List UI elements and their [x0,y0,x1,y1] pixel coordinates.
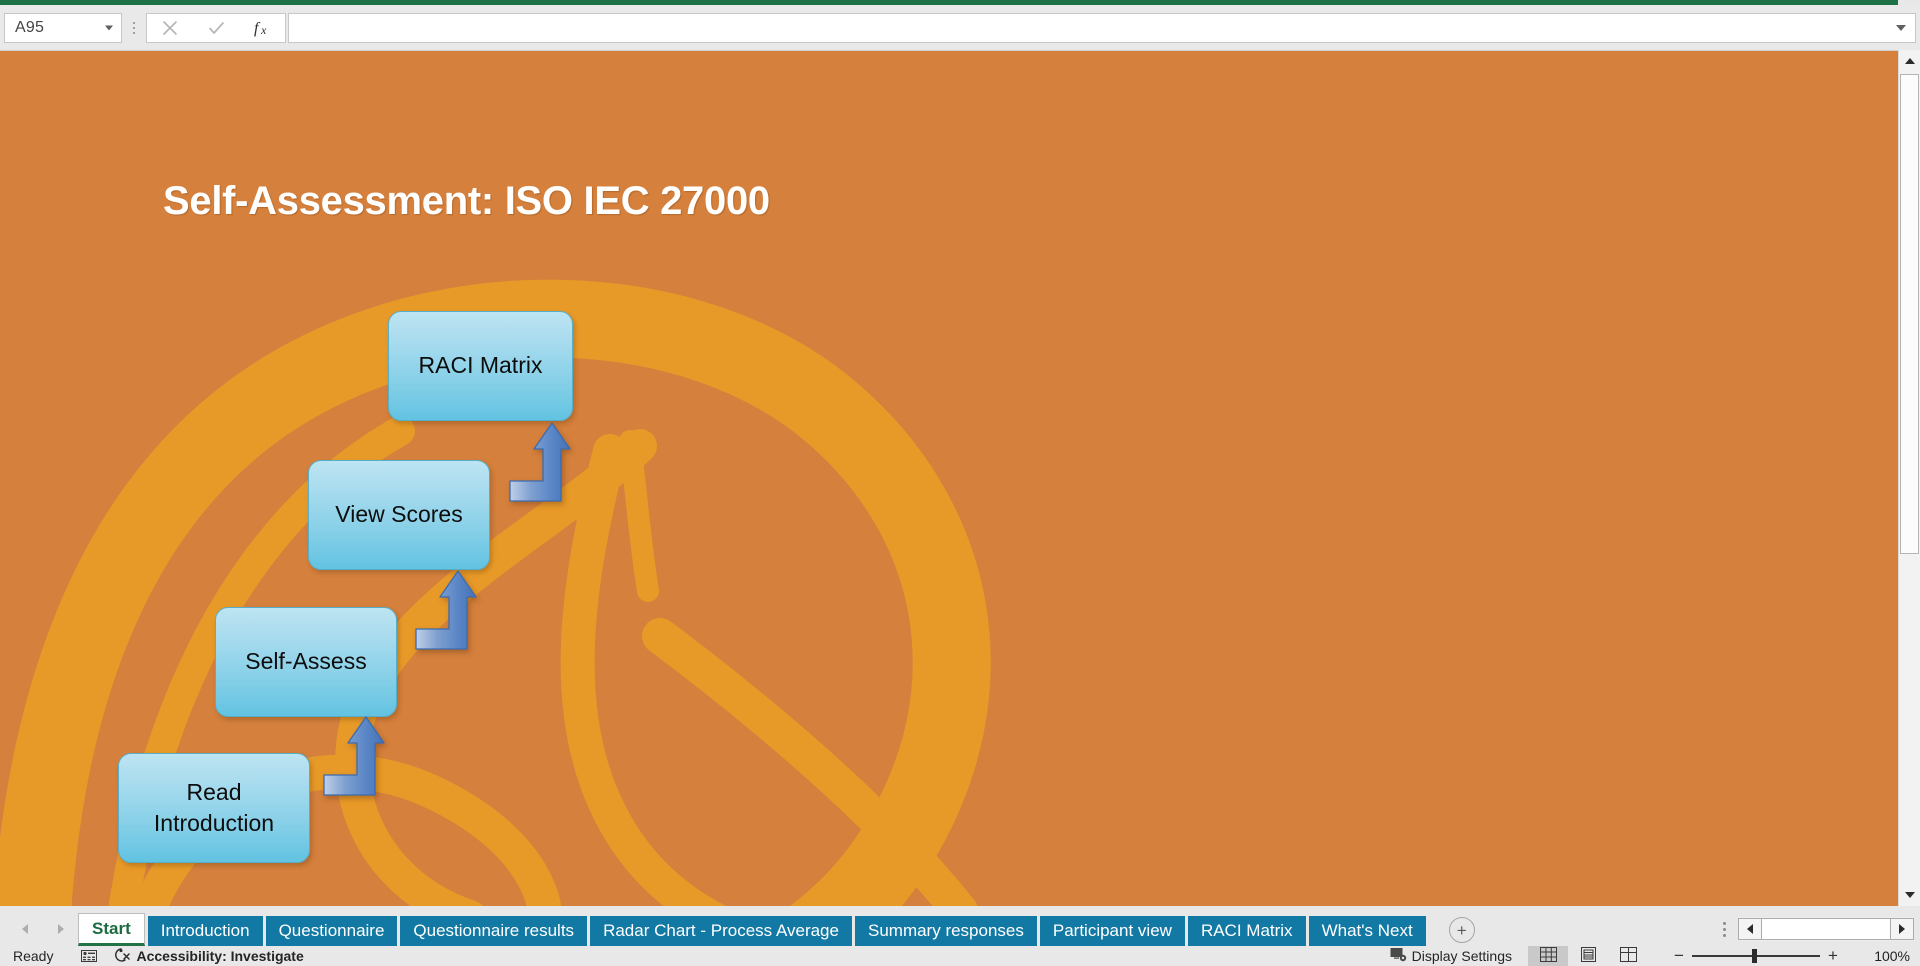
view-normal-button[interactable] [1528,946,1568,966]
sheet-tab-participant-view[interactable]: Participant view [1039,916,1185,946]
arrow-to-self-assess [320,715,388,815]
flow-box-label: Self-Assess [245,648,367,675]
formula-action-group: f x [146,12,286,43]
accessibility-icon [113,947,131,966]
sheet-tab-start[interactable]: Start [78,913,145,946]
sheet-tab-next-button[interactable] [52,920,70,938]
zoom-slider-thumb[interactable] [1752,949,1757,963]
worksheet-canvas[interactable]: Self-Assessment: ISO IEC 27000 RACI Matr… [0,50,1898,906]
page-break-preview-icon [1619,947,1637,965]
sheet-tab-label: Radar Chart - Process Average [603,921,839,940]
sheet-tab-label: Questionnaire results [413,921,575,940]
flow-box-self-assess[interactable]: Self-Assess [215,607,397,717]
page-layout-view-icon [1580,947,1596,965]
formula-bar: A95 f x [0,5,1920,50]
status-state-label: Ready [13,948,54,964]
name-box[interactable]: A95 [4,12,122,43]
zoom-control: − + 100% [1666,946,1910,966]
page-title: Self-Assessment: ISO IEC 27000 [163,179,770,223]
view-page-break-button[interactable] [1608,946,1648,966]
display-settings-button[interactable]: Display Settings [1390,947,1512,965]
formula-input[interactable] [288,12,1916,43]
sheet-tab-questionnaire[interactable]: Questionnaire [265,916,398,946]
status-bar: Ready Accessibility: Investigate Display… [0,946,1920,966]
sheet-tab-raci-matrix[interactable]: RACI Matrix [1187,916,1306,946]
flow-box-view-scores[interactable]: View Scores [308,460,490,570]
sheet-tab-label: Participant view [1052,921,1172,940]
status-bar-right-group: Display Settings − + 100% [1390,946,1920,966]
flow-box-label: View Scores [335,501,463,528]
chevron-right-icon [58,924,64,934]
scroll-left-icon [1747,924,1753,934]
horizontal-scrollbar[interactable] [1738,917,1914,941]
display-settings-icon [1390,947,1408,965]
sheet-tab-whats-next[interactable]: What's Next [1308,916,1426,946]
arrow-to-view-scores [412,569,480,669]
tab-bar-right-group [1723,912,1920,946]
expand-formula-bar-icon[interactable] [1896,24,1906,31]
view-page-layout-button[interactable] [1568,946,1608,966]
sheet-tab-radar-chart-process-average[interactable]: Radar Chart - Process Average [590,916,852,946]
cancel-formula-button[interactable] [149,14,191,42]
flow-box-raci-matrix[interactable]: RACI Matrix [388,311,573,421]
sheet-tab-label: Summary responses [867,921,1024,940]
horizontal-scroll-track[interactable] [1762,918,1890,940]
sheet-tab-navigation [0,912,78,946]
sheet-tab-questionnaire-results[interactable]: Questionnaire results [400,916,588,946]
scroll-right-icon [1899,924,1905,934]
zoom-level-label[interactable]: 100% [1856,948,1910,964]
sheet-tabs: Start Introduction Questionnaire Questio… [78,906,1429,946]
chevron-left-icon [22,924,28,934]
confirm-formula-button[interactable] [195,14,237,42]
scroll-up-button[interactable] [1899,50,1920,72]
sheet-tab-label: What's Next [1321,921,1413,940]
sheet-tab-introduction[interactable]: Introduction [147,916,263,946]
arrow-to-raci-matrix [506,421,574,521]
sheet-tab-bar: Start Introduction Questionnaire Questio… [0,906,1920,946]
svg-text:f: f [254,20,261,37]
accessibility-status-button[interactable]: Accessibility: Investigate [113,947,304,966]
name-box-value: A95 [15,18,45,36]
sheet-tab-label: Introduction [160,921,250,940]
zoom-in-button[interactable]: + [1820,946,1846,966]
sheet-tab-label: Start [92,918,131,938]
flow-box-read-introduction[interactable]: Read Introduction [118,753,310,863]
sheet-tab-prev-button[interactable] [16,920,34,938]
normal-view-icon [1539,947,1557,965]
hscroll-left-button[interactable] [1738,918,1762,940]
vertical-scroll-thumb[interactable] [1900,74,1919,554]
flow-box-label: RACI Matrix [418,352,543,379]
insert-function-button[interactable]: f x [241,14,283,42]
record-macro-icon[interactable] [81,949,98,963]
accessibility-status-label: Accessibility: Investigate [136,948,304,964]
plus-circle-icon: + [1456,920,1467,940]
svg-text:x: x [260,23,267,37]
scroll-down-button[interactable] [1899,884,1920,906]
scroll-up-icon [1905,58,1915,64]
zoom-slider[interactable] [1692,946,1820,966]
hscroll-right-button[interactable] [1890,918,1914,940]
scroll-down-icon [1905,892,1915,898]
sheet-tab-label: Questionnaire [278,921,385,940]
name-box-dropdown-icon[interactable] [105,25,113,30]
sheet-tab-summary-responses[interactable]: Summary responses [854,916,1037,946]
vertical-scrollbar[interactable] [1898,50,1920,906]
excel-window: A95 f x Self-Assessment: ISO IEC 27000 R… [0,0,1920,966]
flow-box-label: Read Introduction [153,778,275,836]
tab-split-handle[interactable] [1723,921,1726,937]
formula-bar-grip[interactable] [122,13,146,43]
sheet-tab-label: RACI Matrix [1200,921,1293,940]
add-sheet-button[interactable]: + [1448,917,1475,943]
display-settings-label: Display Settings [1411,948,1512,964]
zoom-out-button[interactable]: − [1666,946,1692,966]
